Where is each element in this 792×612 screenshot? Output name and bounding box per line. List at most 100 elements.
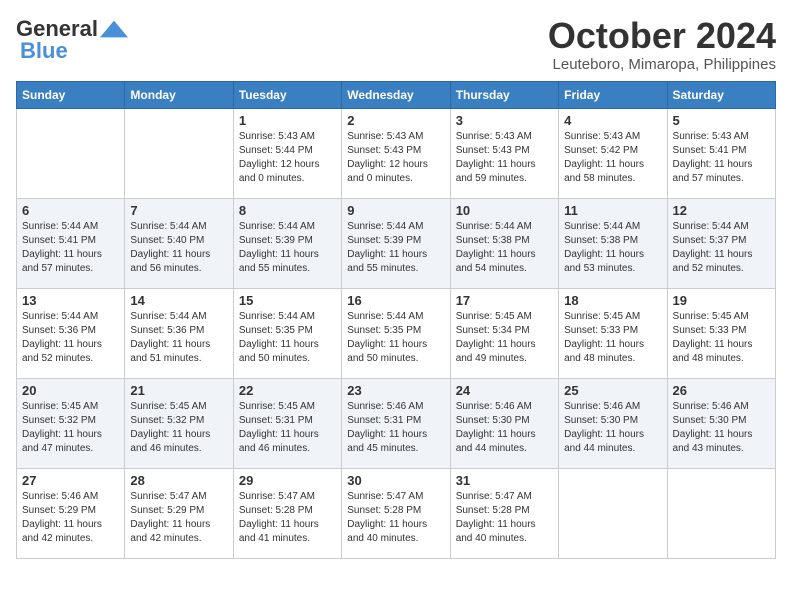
- day-number: 31: [456, 473, 553, 488]
- calendar-cell: 1 Sunrise: 5:43 AMSunset: 5:44 PMDaylight…: [233, 108, 341, 198]
- calendar-table: SundayMondayTuesdayWednesdayThursdayFrid…: [16, 81, 776, 559]
- day-info: Sunrise: 5:44 AMSunset: 5:36 PMDaylight:…: [130, 310, 227, 366]
- calendar-cell: 8 Sunrise: 5:44 AMSunset: 5:39 PMDaylight…: [233, 198, 341, 288]
- day-info: Sunrise: 5:44 AMSunset: 5:37 PMDaylight:…: [673, 220, 770, 276]
- calendar-cell: 29 Sunrise: 5:47 AMSunset: 5:28 PMDayligh…: [233, 468, 341, 558]
- day-info: Sunrise: 5:46 AMSunset: 5:30 PMDaylight:…: [456, 400, 553, 456]
- day-info: Sunrise: 5:45 AMSunset: 5:32 PMDaylight:…: [22, 400, 119, 456]
- month-title: October 2024: [548, 16, 776, 56]
- day-info: Sunrise: 5:44 AMSunset: 5:36 PMDaylight:…: [22, 310, 119, 366]
- day-number: 18: [564, 293, 661, 308]
- weekday-header: Monday: [125, 81, 233, 108]
- calendar-cell: 31Sunrise: 5:47 AMSunset: 5:28 PMDayligh…: [450, 468, 558, 558]
- day-info: Sunrise: 5:43 AMSunset: 5:44 PMDaylight:…: [239, 130, 336, 186]
- day-info: Sunrise: 5:44 AMSunset: 5:39 PMDaylight:…: [347, 220, 444, 276]
- calendar-cell: 5 Sunrise: 5:43 AMSunset: 5:41 PMDaylight…: [667, 108, 775, 198]
- calendar-cell: 4Sunrise: 5:43 AMSunset: 5:42 PMDaylight…: [559, 108, 667, 198]
- day-number: 7: [130, 203, 227, 218]
- calendar-cell: 20 Sunrise: 5:45 AMSunset: 5:32 PMDayligh…: [17, 378, 125, 468]
- calendar-cell: 2 Sunrise: 5:43 AMSunset: 5:43 PMDaylight…: [342, 108, 450, 198]
- day-info: Sunrise: 5:45 AMSunset: 5:34 PMDaylight:…: [456, 310, 553, 366]
- day-info: Sunrise: 5:44 AMSunset: 5:38 PMDaylight:…: [564, 220, 661, 276]
- day-number: 3: [456, 113, 553, 128]
- day-number: 22: [239, 383, 336, 398]
- day-info: Sunrise: 5:44 AMSunset: 5:35 PMDaylight:…: [347, 310, 444, 366]
- day-number: 29: [239, 473, 336, 488]
- day-number: 1: [239, 113, 336, 128]
- title-section: October 2024 Leuteboro, Mimaropa, Philip…: [548, 16, 776, 73]
- day-info: Sunrise: 5:47 AMSunset: 5:28 PMDaylight:…: [239, 490, 336, 546]
- day-number: 12: [673, 203, 770, 218]
- calendar-week-row: 20 Sunrise: 5:45 AMSunset: 5:32 PMDayligh…: [17, 378, 776, 468]
- day-number: 14: [130, 293, 227, 308]
- calendar-cell: [559, 468, 667, 558]
- day-info: Sunrise: 5:47 AMSunset: 5:29 PMDaylight:…: [130, 490, 227, 546]
- calendar-cell: 17Sunrise: 5:45 AMSunset: 5:34 PMDayligh…: [450, 288, 558, 378]
- day-info: Sunrise: 5:43 AMSunset: 5:43 PMDaylight:…: [456, 130, 553, 186]
- calendar-cell: 7 Sunrise: 5:44 AMSunset: 5:40 PMDaylight…: [125, 198, 233, 288]
- calendar-cell: 25Sunrise: 5:46 AMSunset: 5:30 PMDayligh…: [559, 378, 667, 468]
- calendar-cell: 3 Sunrise: 5:43 AMSunset: 5:43 PMDaylight…: [450, 108, 558, 198]
- day-info: Sunrise: 5:43 AMSunset: 5:43 PMDaylight:…: [347, 130, 444, 186]
- calendar-cell: 28 Sunrise: 5:47 AMSunset: 5:29 PMDayligh…: [125, 468, 233, 558]
- weekday-header: Sunday: [17, 81, 125, 108]
- calendar-week-row: 27Sunrise: 5:46 AMSunset: 5:29 PMDayligh…: [17, 468, 776, 558]
- day-info: Sunrise: 5:46 AMSunset: 5:30 PMDaylight:…: [564, 400, 661, 456]
- day-number: 9: [347, 203, 444, 218]
- day-number: 26: [673, 383, 770, 398]
- calendar-cell: 15 Sunrise: 5:44 AMSunset: 5:35 PMDayligh…: [233, 288, 341, 378]
- day-info: Sunrise: 5:46 AMSunset: 5:30 PMDaylight:…: [673, 400, 770, 456]
- calendar-cell: 9 Sunrise: 5:44 AMSunset: 5:39 PMDaylight…: [342, 198, 450, 288]
- calendar-cell: 27Sunrise: 5:46 AMSunset: 5:29 PMDayligh…: [17, 468, 125, 558]
- calendar-cell: 10 Sunrise: 5:44 AMSunset: 5:38 PMDayligh…: [450, 198, 558, 288]
- day-info: Sunrise: 5:45 AMSunset: 5:32 PMDaylight:…: [130, 400, 227, 456]
- day-number: 10: [456, 203, 553, 218]
- day-number: 27: [22, 473, 119, 488]
- day-number: 19: [673, 293, 770, 308]
- day-number: 20: [22, 383, 119, 398]
- logo-blue: Blue: [20, 38, 68, 64]
- calendar-cell: 26 Sunrise: 5:46 AMSunset: 5:30 PMDayligh…: [667, 378, 775, 468]
- day-info: Sunrise: 5:44 AMSunset: 5:39 PMDaylight:…: [239, 220, 336, 276]
- calendar-cell: 24Sunrise: 5:46 AMSunset: 5:30 PMDayligh…: [450, 378, 558, 468]
- calendar-cell: 30 Sunrise: 5:47 AMSunset: 5:28 PMDayligh…: [342, 468, 450, 558]
- calendar-cell: 13Sunrise: 5:44 AMSunset: 5:36 PMDayligh…: [17, 288, 125, 378]
- day-number: 21: [130, 383, 227, 398]
- weekday-header-row: SundayMondayTuesdayWednesdayThursdayFrid…: [17, 81, 776, 108]
- day-number: 2: [347, 113, 444, 128]
- day-info: Sunrise: 5:44 AMSunset: 5:35 PMDaylight:…: [239, 310, 336, 366]
- calendar-cell: 21 Sunrise: 5:45 AMSunset: 5:32 PMDayligh…: [125, 378, 233, 468]
- day-number: 28: [130, 473, 227, 488]
- day-info: Sunrise: 5:45 AMSunset: 5:33 PMDaylight:…: [564, 310, 661, 366]
- day-number: 6: [22, 203, 119, 218]
- calendar-week-row: 1 Sunrise: 5:43 AMSunset: 5:44 PMDaylight…: [17, 108, 776, 198]
- calendar-cell: 19 Sunrise: 5:45 AMSunset: 5:33 PMDayligh…: [667, 288, 775, 378]
- day-number: 15: [239, 293, 336, 308]
- calendar-cell: 16Sunrise: 5:44 AMSunset: 5:35 PMDayligh…: [342, 288, 450, 378]
- day-info: Sunrise: 5:47 AMSunset: 5:28 PMDaylight:…: [347, 490, 444, 546]
- weekday-header: Saturday: [667, 81, 775, 108]
- calendar-cell: 22Sunrise: 5:45 AMSunset: 5:31 PMDayligh…: [233, 378, 341, 468]
- day-number: 5: [673, 113, 770, 128]
- weekday-header: Friday: [559, 81, 667, 108]
- day-info: Sunrise: 5:43 AMSunset: 5:42 PMDaylight:…: [564, 130, 661, 186]
- day-info: Sunrise: 5:44 AMSunset: 5:38 PMDaylight:…: [456, 220, 553, 276]
- day-number: 30: [347, 473, 444, 488]
- day-info: Sunrise: 5:44 AMSunset: 5:41 PMDaylight:…: [22, 220, 119, 276]
- day-info: Sunrise: 5:46 AMSunset: 5:31 PMDaylight:…: [347, 400, 444, 456]
- calendar-cell: 12 Sunrise: 5:44 AMSunset: 5:37 PMDayligh…: [667, 198, 775, 288]
- calendar-week-row: 13Sunrise: 5:44 AMSunset: 5:36 PMDayligh…: [17, 288, 776, 378]
- calendar-cell: 11 Sunrise: 5:44 AMSunset: 5:38 PMDayligh…: [559, 198, 667, 288]
- calendar-cell: 14 Sunrise: 5:44 AMSunset: 5:36 PMDayligh…: [125, 288, 233, 378]
- calendar-cell: [125, 108, 233, 198]
- day-number: 11: [564, 203, 661, 218]
- logo: General Blue: [16, 16, 128, 64]
- calendar-cell: 6 Sunrise: 5:44 AMSunset: 5:41 PMDaylight…: [17, 198, 125, 288]
- page-header: General Blue October 2024 Leuteboro, Mim…: [16, 16, 776, 73]
- calendar-cell: 23Sunrise: 5:46 AMSunset: 5:31 PMDayligh…: [342, 378, 450, 468]
- day-info: Sunrise: 5:44 AMSunset: 5:40 PMDaylight:…: [130, 220, 227, 276]
- day-number: 8: [239, 203, 336, 218]
- calendar-week-row: 6 Sunrise: 5:44 AMSunset: 5:41 PMDaylight…: [17, 198, 776, 288]
- day-info: Sunrise: 5:45 AMSunset: 5:33 PMDaylight:…: [673, 310, 770, 366]
- day-info: Sunrise: 5:43 AMSunset: 5:41 PMDaylight:…: [673, 130, 770, 186]
